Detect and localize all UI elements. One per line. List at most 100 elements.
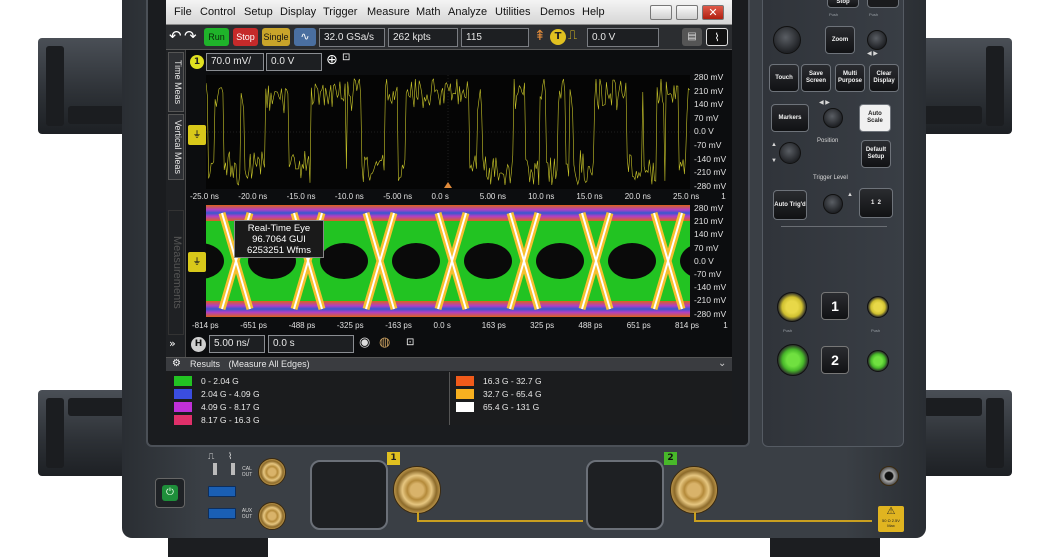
undo-icon[interactable]: ↶ — [169, 27, 182, 45]
navigate-icon[interactable]: ◍ — [379, 335, 390, 350]
time-tick-label: 20.0 ns — [624, 192, 651, 201]
auto-trig-button[interactable]: Auto Trig'd — [773, 190, 807, 220]
pin-icon[interactable]: ⊡ — [342, 52, 350, 63]
trigger-level-field[interactable]: 0.0 V — [587, 28, 659, 47]
stop-hard-button[interactable]: Stop — [827, 0, 859, 8]
sample-rate-field[interactable]: 32.0 GSa/s — [319, 28, 385, 47]
trigger-badge[interactable]: T — [550, 29, 566, 45]
channel1-ground-marker[interactable]: ⏚ — [188, 125, 206, 145]
autoscale-icon[interactable]: ⌇ — [706, 28, 728, 46]
legend-swatch — [174, 402, 192, 412]
channel1-offset-field[interactable]: 0.0 V — [266, 53, 322, 71]
menu-analyze[interactable]: Analyze — [448, 6, 487, 18]
legend-item: 32.7 G - 65.4 G — [456, 388, 716, 400]
warning-text: 50 Ω 2.5V Max — [882, 518, 900, 528]
memory-depth-field[interactable]: 262 kpts — [388, 28, 458, 47]
legend-swatch — [456, 389, 474, 399]
legend-swatch — [174, 415, 192, 425]
menu-math[interactable]: Math — [416, 6, 440, 18]
channel1-button[interactable]: 1 — [821, 292, 849, 320]
menu-trigger[interactable]: Trigger — [323, 6, 357, 18]
menu-setup[interactable]: Setup — [244, 6, 273, 18]
position-knob[interactable] — [779, 142, 801, 164]
warning-label: ⚠ 50 Ω 2.5V Max — [878, 506, 904, 532]
eye-voltage-tick-label: 280 mV — [694, 203, 724, 213]
expand-icon[interactable]: » — [169, 337, 176, 350]
eye-voltage-tick-label: 140 mV — [694, 229, 724, 240]
horizontal-position-field[interactable]: 0.0 s — [268, 335, 354, 353]
channel1-scale-knob[interactable] — [777, 292, 807, 322]
menu-file[interactable]: File — [174, 6, 192, 18]
menu-utilities[interactable]: Utilities — [495, 6, 530, 18]
usb-port-2[interactable] — [208, 508, 236, 519]
channel2-button[interactable]: 2 — [821, 346, 849, 374]
rear-aux-jack[interactable] — [879, 466, 899, 486]
tab-measurements[interactable]: Measurements — [168, 210, 184, 335]
legend-item: 65.4 G - 131 G — [456, 401, 716, 413]
run-button[interactable]: Run — [204, 28, 229, 46]
horizontal-scale-field[interactable]: 5.00 ns/ — [209, 335, 265, 353]
zoom-icon[interactable]: ◉ — [359, 335, 370, 350]
eye-time-tick-label: 651 ps — [626, 321, 651, 330]
multi-purpose-button[interactable]: Multi Purpose — [835, 64, 865, 92]
acquisition-field[interactable]: 115 — [461, 28, 529, 47]
input1-badge: 1 — [387, 452, 400, 465]
touch-button[interactable]: Touch — [769, 64, 799, 92]
trigger-level-knob[interactable] — [823, 194, 843, 214]
eye-voltage-tick-label: 0.0 V — [694, 255, 714, 266]
rising-edge-icon[interactable]: ⎍ — [568, 28, 577, 43]
stop-button[interactable]: Stop — [233, 28, 258, 46]
minimize-button[interactable] — [650, 5, 672, 20]
voltage-tick-label: 210 mV — [694, 85, 724, 96]
side-tabs: Time Meas Vertical Meas Measurements — [166, 50, 186, 362]
eye-ground-marker[interactable]: ⏚ — [188, 252, 206, 272]
redo-icon[interactable]: ↷ — [184, 27, 197, 45]
waveform-plot[interactable] — [206, 75, 690, 189]
single-button[interactable]: Single — [262, 28, 290, 46]
zoom-button[interactable]: Zoom — [825, 26, 855, 54]
markers-knob[interactable] — [823, 108, 843, 128]
tab-vertical-meas[interactable]: Vertical Meas — [168, 114, 184, 180]
gear-icon[interactable]: ⚙ — [172, 358, 181, 369]
clear-display-button[interactable]: Clear Display — [869, 64, 899, 92]
top-right-button[interactable] — [867, 0, 899, 8]
default-setup-button[interactable]: Default Setup — [861, 140, 891, 168]
display-screen: File Control Setup Display Trigger Measu… — [166, 0, 732, 425]
power-button[interactable]: ⏻ — [155, 478, 185, 508]
tool-icon[interactable]: ▤ — [682, 28, 702, 46]
horizontal-position-knob[interactable] — [867, 30, 887, 50]
eye-opening — [464, 243, 512, 279]
close-button[interactable]: ✕ — [702, 5, 724, 20]
channel1-scale-field[interactable]: 70.0 mV/ — [206, 53, 264, 71]
menu-bar: File Control Setup Display Trigger Measu… — [166, 0, 732, 25]
menu-demos[interactable]: Demos — [540, 6, 575, 18]
chevron-down-icon[interactable]: ⌄ — [718, 358, 726, 369]
menu-control[interactable]: Control — [200, 6, 235, 18]
horizontal-badge[interactable]: H — [191, 337, 206, 352]
input2-connector[interactable] — [670, 466, 718, 514]
time-tick-label: 0.0 s — [431, 192, 449, 201]
channel1-offset-knob[interactable] — [867, 296, 889, 318]
pin-icon-h[interactable]: ⊡ — [406, 337, 414, 348]
eye-time-tick-label: 0.0 s — [433, 321, 451, 330]
menu-measure[interactable]: Measure — [367, 6, 410, 18]
input1-connector[interactable] — [393, 466, 441, 514]
horizontal-scale-knob[interactable] — [773, 26, 801, 54]
maximize-button[interactable] — [676, 5, 698, 20]
menu-display[interactable]: Display — [280, 6, 316, 18]
channel2-scale-knob[interactable] — [777, 344, 809, 376]
channel1-badge[interactable]: 1 — [190, 55, 204, 69]
channel2-offset-knob[interactable] — [867, 350, 889, 372]
auto-scale-button[interactable]: Auto Scale — [859, 104, 891, 132]
aux-out-connector[interactable] — [258, 502, 286, 530]
add-icon[interactable]: ⊕ — [326, 52, 338, 68]
trigger-source-button[interactable]: 1 2 — [859, 188, 893, 218]
waveform-icon[interactable]: ∿ — [294, 28, 316, 46]
tab-time-meas[interactable]: Time Meas — [168, 52, 184, 112]
menu-help[interactable]: Help — [582, 6, 605, 18]
markers-button[interactable]: Markers — [771, 104, 809, 132]
cal-out-connector[interactable] — [258, 458, 286, 486]
voltage-tick-label: -140 mV — [694, 153, 727, 164]
save-screen-button[interactable]: Save Screen — [801, 64, 831, 92]
usb-port-1[interactable] — [208, 486, 236, 497]
